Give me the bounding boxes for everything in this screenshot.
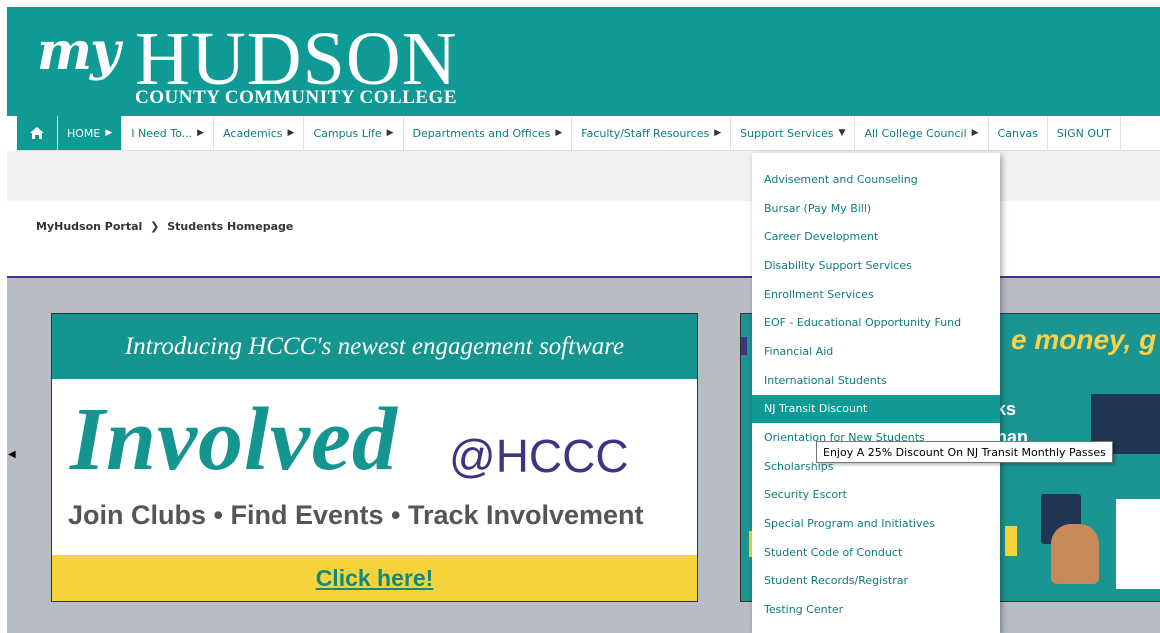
chevron-right-icon: ❯ bbox=[150, 220, 160, 233]
nav-item-departments[interactable]: Departments and Offices ▶ bbox=[404, 116, 573, 150]
dropdown-item[interactable]: NJ Transit Discount bbox=[752, 394, 1000, 424]
logo-my-text: my bbox=[37, 21, 120, 82]
caret-right-icon: ▶ bbox=[105, 128, 113, 138]
involved-banner[interactable]: Introducing HCCC's newest engagement sof… bbox=[51, 313, 698, 602]
banner-brand-suffix: @HCCC bbox=[449, 430, 629, 482]
dropdown-item[interactable]: Advisement and Counseling bbox=[752, 165, 1000, 194]
banner-cta-link[interactable]: Click here! bbox=[316, 565, 434, 592]
dropdown-item[interactable]: EOF - Educational Opportunity Fund bbox=[752, 308, 1000, 337]
support-services-dropdown: Advisement and Counseling Bursar (Pay My … bbox=[752, 153, 1000, 633]
nav-item-label: Support Services bbox=[740, 126, 834, 140]
nav-item-all-college-council[interactable]: All College Council ▶ bbox=[855, 116, 989, 150]
nav-item-label: Campus Life bbox=[313, 126, 382, 140]
nav-item-label: SIGN OUT bbox=[1056, 126, 1111, 140]
dropdown-item[interactable]: Special Program and Initiatives bbox=[752, 509, 1000, 538]
carousel-prev-arrow-icon[interactable]: ◀ bbox=[8, 449, 16, 460]
dropdown-item[interactable]: International Students bbox=[752, 366, 1000, 395]
nav-item-home[interactable]: HOME ▶ bbox=[58, 116, 123, 150]
nav-item-label: HOME bbox=[67, 126, 101, 140]
nav-item-academics[interactable]: Academics ▶ bbox=[214, 116, 305, 150]
nav-item-sign-out[interactable]: SIGN OUT bbox=[1048, 116, 1121, 150]
banner2-yellow-accent bbox=[1005, 526, 1017, 556]
caret-right-icon: ▶ bbox=[555, 128, 563, 138]
caret-right-icon: ▶ bbox=[714, 128, 722, 138]
logo-subtitle: COUNTY COMMUNITY COLLEGE bbox=[135, 87, 457, 108]
myhudson-logo[interactable]: my HUDSON COUNTY COMMUNITY COLLEGE bbox=[27, 15, 487, 110]
caret-down-icon: ▼ bbox=[838, 128, 846, 138]
main-nav: HOME ▶ I Need To... ▶ Academics ▶ Campus Li… bbox=[17, 116, 1160, 151]
nav-item-canvas[interactable]: Canvas bbox=[989, 116, 1048, 150]
dropdown-item[interactable]: Bursar (Pay My Bill) bbox=[752, 194, 1000, 223]
banner-header: Introducing HCCC's newest engagement sof… bbox=[52, 314, 697, 379]
nav-item-faculty-staff[interactable]: Faculty/Staff Resources ▶ bbox=[572, 116, 732, 150]
breadcrumb-root-link[interactable]: MyHudson Portal bbox=[36, 220, 142, 233]
caret-right-icon: ▶ bbox=[197, 128, 205, 138]
hand-illustration bbox=[1051, 524, 1099, 584]
paper-illustration bbox=[1116, 499, 1160, 589]
breadcrumb: MyHudson Portal ❯ Students Homepage bbox=[36, 220, 293, 233]
nav-item-label: Faculty/Staff Resources bbox=[581, 126, 710, 140]
nav-item-i-need-to[interactable]: I Need To... ▶ bbox=[122, 116, 215, 150]
nav-item-label: Academics bbox=[223, 126, 283, 140]
caret-right-icon: ▶ bbox=[287, 128, 295, 138]
banner-cta-bar: Click here! bbox=[52, 555, 697, 601]
dropdown-item[interactable]: Testing Center bbox=[752, 595, 1000, 624]
dropdown-item[interactable]: Enrollment Services bbox=[752, 280, 1000, 309]
nav-home-icon-button[interactable] bbox=[17, 116, 58, 150]
nav-item-campus-life[interactable]: Campus Life ▶ bbox=[304, 116, 404, 150]
nav-item-support-services[interactable]: Support Services ▼ bbox=[731, 116, 856, 150]
banner2-accent bbox=[741, 337, 747, 355]
breadcrumb-current: Students Homepage bbox=[167, 220, 294, 233]
banner-tagline: Join Clubs • Find Events • Track Involve… bbox=[68, 500, 644, 530]
dropdown-item[interactable]: Career Development bbox=[752, 222, 1000, 251]
dropdown-item[interactable]: Financial Aid bbox=[752, 337, 1000, 366]
site-header: my HUDSON COUNTY COMMUNITY COLLEGE bbox=[7, 7, 1160, 116]
nav-item-label: All College Council bbox=[864, 126, 967, 140]
nav-item-label: Departments and Offices bbox=[412, 126, 551, 140]
caret-right-icon: ▶ bbox=[386, 128, 394, 138]
dropdown-item[interactable]: Security Escort bbox=[752, 481, 1000, 510]
dropdown-item[interactable]: Student Code of Conduct bbox=[752, 538, 1000, 567]
caret-right-icon: ▶ bbox=[971, 128, 979, 138]
banner-brand: Involved bbox=[70, 390, 398, 489]
dropdown-item[interactable]: Student Records/Registrar bbox=[752, 567, 1000, 596]
home-icon bbox=[30, 127, 44, 139]
dropdown-item[interactable]: Disability Support Services bbox=[752, 251, 1000, 280]
banner2-headline: e money, g bbox=[1011, 324, 1157, 355]
nav-item-label: Canvas bbox=[997, 126, 1038, 140]
nav-item-label: I Need To... bbox=[131, 126, 193, 140]
page: my HUDSON COUNTY COMMUNITY COLLEGE HOME ▶… bbox=[0, 0, 1160, 633]
tooltip: Enjoy A 25% Discount On NJ Transit Month… bbox=[816, 441, 1113, 463]
